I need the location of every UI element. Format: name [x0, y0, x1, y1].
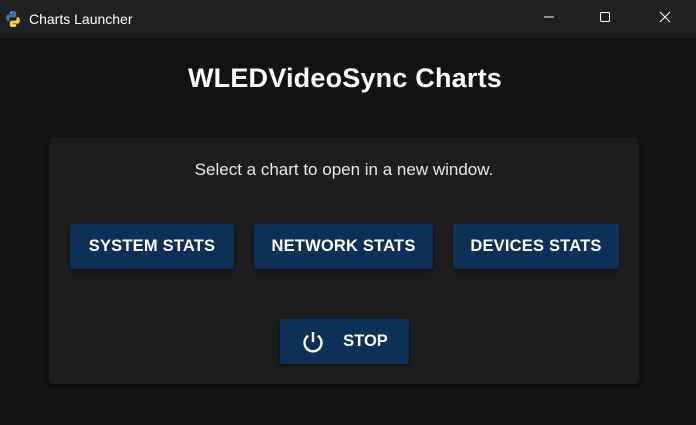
title-bar[interactable]: Charts Launcher	[0, 0, 696, 38]
main-content: WLEDVideoSync Charts Select a chart to o…	[0, 38, 696, 425]
maximize-button[interactable]	[576, 0, 634, 38]
chart-selection-card: Select a chart to open in a new window. …	[49, 137, 639, 384]
stop-label: STOP	[343, 332, 388, 350]
devices-stats-button[interactable]: DEVICES STATS	[453, 224, 619, 269]
minimize-button[interactable]	[520, 0, 578, 38]
page-title: WLEDVideoSync Charts	[187, 63, 503, 93]
close-button[interactable]	[636, 0, 694, 38]
minimize-icon	[543, 10, 555, 28]
window-title: Charts Launcher	[29, 11, 133, 27]
system-stats-button[interactable]: SYSTEM STATS	[70, 224, 234, 269]
network-stats-button[interactable]: NETWORK STATS	[254, 224, 433, 269]
power-icon	[301, 330, 325, 354]
close-icon	[659, 10, 671, 28]
stop-button[interactable]: STOP	[280, 319, 409, 364]
maximize-icon	[599, 10, 611, 28]
python-icon	[4, 10, 22, 28]
instruction-text: Select a chart to open in a new window.	[194, 160, 494, 179]
